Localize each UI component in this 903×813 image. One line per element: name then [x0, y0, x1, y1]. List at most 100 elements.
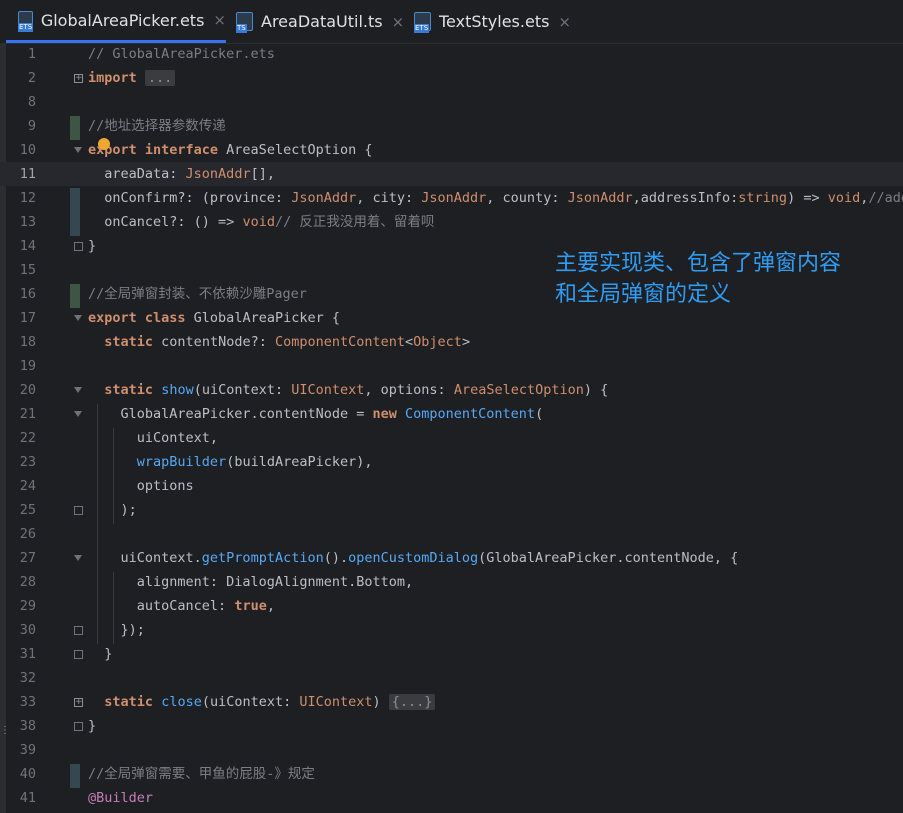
line-number: 15 [19, 262, 36, 278]
code-text[interactable]: uiContext, [88, 426, 218, 450]
code-text[interactable]: @Builder [88, 786, 153, 810]
line-number: 32 [19, 670, 36, 686]
line-number: 31 [19, 646, 36, 662]
code-line[interactable]: 27 uiContext.getPromptAction().openCusto… [0, 546, 903, 570]
code-line[interactable]: 2 import ... [0, 66, 903, 90]
line-number: 27 [19, 550, 36, 566]
line-number: 2 [27, 70, 36, 86]
tab-global-area-picker[interactable]: ETS GlobalAreaPicker.ets × [6, 0, 226, 43]
line-number: 39 [19, 742, 36, 758]
line-number: 1 [27, 46, 36, 62]
code-line[interactable]: 11 areaData: JsonAddr[], [0, 162, 903, 186]
code-line[interactable]: 26 [0, 522, 903, 546]
code-text[interactable]: } [88, 714, 96, 738]
line-number: 23 [19, 454, 36, 470]
code-line[interactable]: 28 alignment: DialogAlignment.Bottom, [0, 570, 903, 594]
line-number: 10 [19, 142, 36, 158]
code-text[interactable]: //全局弹窗需要、甲鱼的屁股-》规定 [88, 762, 315, 786]
code-line[interactable]: 39 [0, 738, 903, 762]
code-line[interactable]: 25 ); [0, 498, 903, 522]
tab-label: TextStyles.ets [439, 12, 550, 31]
code-text[interactable]: } [88, 642, 112, 666]
code-line[interactable]: 10 export interface AreaSelectOption { [0, 138, 903, 162]
line-number: 12 [19, 190, 36, 206]
code-text[interactable]: static show(uiContext: UIContext, option… [88, 378, 608, 402]
annotation-overlay: 主要实现类、包含了弹窗内容 和全局弹窗的定义 [555, 248, 841, 310]
close-icon[interactable]: × [392, 13, 405, 31]
line-number: 13 [19, 214, 36, 230]
line-number: 16 [19, 286, 36, 302]
line-number: 21 [19, 406, 36, 422]
code-text[interactable]: GlobalAreaPicker.contentNode = new Compo… [88, 402, 544, 426]
code-line[interactable]: 22 uiContext, [0, 426, 903, 450]
line-number: 17 [19, 310, 36, 326]
code-text[interactable]: export class GlobalAreaPicker { [88, 306, 340, 330]
line-number: 9 [27, 118, 36, 134]
annotation-line: 主要实现类、包含了弹窗内容 [555, 251, 842, 276]
code-line[interactable]: 21 GlobalAreaPicker.contentNode = new Co… [0, 402, 903, 426]
code-text[interactable]: ); [88, 498, 137, 522]
line-number: 18 [19, 334, 36, 350]
code-line[interactable]: 8 [0, 90, 903, 114]
side-marker: ⋮ [0, 725, 10, 736]
tab-area-data-util[interactable]: TS AreaDataUtil.ts × [236, 0, 406, 43]
code-line[interactable]: 40 //全局弹窗需要、甲鱼的屁股-》规定 [0, 762, 903, 786]
code-text[interactable]: wrapBuilder(buildAreaPicker), [88, 450, 373, 474]
tab-text-styles[interactable]: ETS TextStyles.ets × [414, 0, 574, 43]
code-text[interactable]: }); [88, 618, 145, 642]
code-text[interactable]: areaData: JsonAddr[], [88, 162, 275, 186]
code-line[interactable]: 1 // GlobalAreaPicker.ets [0, 42, 903, 66]
ets-file-icon: ETS [18, 10, 34, 32]
line-number: 25 [19, 502, 36, 518]
code-line[interactable]: 32 [0, 666, 903, 690]
code-text[interactable]: import ... [88, 66, 176, 90]
code-text[interactable]: uiContext.getPromptAction().openCustomDi… [88, 546, 739, 570]
annotation-line: 和全局弹窗的定义 [555, 282, 732, 307]
close-icon[interactable]: × [558, 13, 571, 31]
code-text[interactable]: //全局弹窗封装、不依赖沙雕Pager [88, 282, 307, 306]
code-line[interactable]: 12 onConfirm?: (province: JsonAddr, city… [0, 186, 903, 210]
ets-file-icon: ETS [414, 12, 431, 33]
tab-label: AreaDataUtil.ts [261, 12, 383, 31]
line-number: 30 [19, 622, 36, 638]
line-number: 41 [19, 790, 36, 806]
code-line[interactable]: 29 autoCancel: true, [0, 594, 903, 618]
code-line[interactable]: 30 }); [0, 618, 903, 642]
code-text[interactable]: autoCancel: true, [88, 594, 275, 618]
code-line[interactable]: 20 static show(uiContext: UIContext, opt… [0, 378, 903, 402]
code-line[interactable]: 19 [0, 354, 903, 378]
code-text[interactable]: onCancel?: () => void// 反正我没用着、留着呗 [88, 210, 434, 234]
line-number: 24 [19, 478, 36, 494]
tab-label: GlobalAreaPicker.ets [40, 10, 205, 30]
code-line[interactable]: 31 } [0, 642, 903, 666]
code-text[interactable]: // GlobalAreaPicker.ets [88, 42, 275, 66]
code-line[interactable]: 23 wrapBuilder(buildAreaPicker), [0, 450, 903, 474]
line-number: 11 [19, 166, 36, 182]
code-line[interactable]: 33 static close(uiContext: UIContext) {.… [0, 690, 903, 714]
code-line[interactable]: 24 options [0, 474, 903, 498]
lightbulb-icon[interactable] [98, 138, 110, 150]
code-line[interactable]: 41 @Builder [0, 786, 903, 810]
editor-tab-bar: ETS GlobalAreaPicker.ets × TS AreaDataUt… [0, 0, 903, 44]
code-line[interactable]: 9 //地址选择器参数传递 [0, 114, 903, 138]
code-text[interactable]: alignment: DialogAlignment.Bottom, [88, 570, 413, 594]
line-number: 26 [19, 526, 36, 542]
code-text[interactable]: options [88, 474, 194, 498]
code-line[interactable]: 13 onCancel?: () => void// 反正我没用着、留着呗 [0, 210, 903, 234]
line-number: 33 [19, 694, 36, 710]
line-number: 29 [19, 598, 36, 614]
code-text[interactable]: } [88, 234, 96, 258]
line-number: 22 [19, 430, 36, 446]
line-number: 14 [19, 238, 36, 254]
code-text[interactable]: onConfirm?: (province: JsonAddr, city: J… [88, 186, 903, 210]
code-text[interactable]: //地址选择器参数传递 [88, 114, 226, 138]
code-text[interactable]: export interface AreaSelectOption { [88, 138, 372, 162]
close-icon[interactable]: × [213, 11, 226, 29]
line-number: 38 [19, 718, 36, 734]
code-line[interactable]: 38} [0, 714, 903, 738]
code-text[interactable]: static close(uiContext: UIContext) {...} [88, 690, 436, 714]
line-number: 8 [27, 94, 36, 110]
code-editor[interactable]: + + 1// GlobalAreaPicker.ets 2 import ... 8… [0, 44, 903, 813]
code-text[interactable]: static contentNode?: ComponentContent<Ob… [88, 330, 470, 354]
code-line[interactable]: 18 static contentNode?: ComponentContent… [0, 330, 903, 354]
